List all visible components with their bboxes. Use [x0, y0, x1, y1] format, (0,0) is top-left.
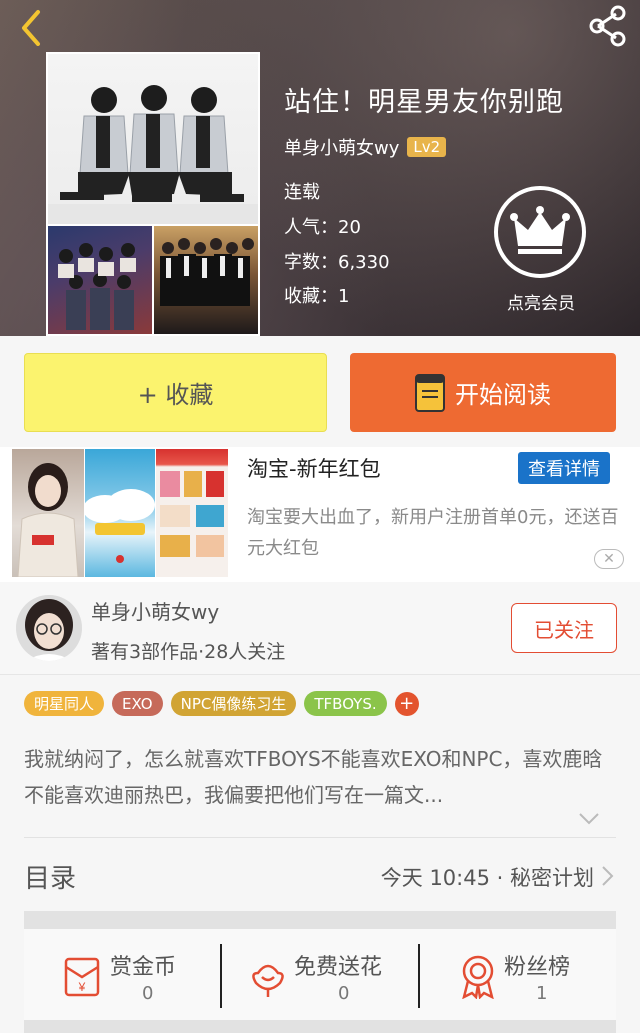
- send-flower-label: 免费送花: [294, 955, 383, 980]
- fan-ranking-label: 粉丝榜: [504, 955, 571, 980]
- vip-label[interactable]: 点亮会员: [496, 289, 586, 314]
- header-author-row[interactable]: 单身小萌女wy Lv2: [284, 134, 447, 160]
- back-button[interactable]: [14, 6, 50, 46]
- book-description[interactable]: 我就纳闷了，怎么就喜欢TFBOYS不能喜欢EXO和NPC，喜欢鹿晗不能喜欢迪丽热…: [24, 741, 616, 813]
- chevron-right-icon: [602, 866, 614, 886]
- reward-coins-button[interactable]: ¥ 赏金币 0: [24, 929, 220, 1020]
- collect-button-label: + 收藏: [137, 381, 214, 409]
- toc-title: 目录: [24, 864, 77, 894]
- author-stats: 著有3部作品·28人关注: [91, 641, 286, 663]
- share-icon: [589, 5, 626, 47]
- ad-title[interactable]: 淘宝-新年红包: [247, 453, 381, 483]
- add-tag-button[interactable]: +: [394, 691, 419, 716]
- book-favorites: 收藏：1: [284, 286, 350, 307]
- tag-item[interactable]: EXO: [112, 691, 163, 716]
- toc-latest-chapter[interactable]: 今天 10:45 · 秘密计划: [381, 862, 594, 892]
- book-header: 站住！明星男友你别跑 单身小萌女wy Lv2 连载 人气：20 字数：6,330…: [0, 0, 640, 336]
- reward-coins-count: 0: [142, 983, 154, 1004]
- collect-button[interactable]: + 收藏: [24, 353, 327, 432]
- reward-coins-label: 赏金币: [110, 955, 177, 980]
- ad-banner[interactable]: 淘宝-新年红包 查看详情 淘宝要大出血了，新用户注册首单0元，还送百元大红包 ✕: [0, 447, 640, 582]
- svg-text:¥: ¥: [78, 980, 86, 994]
- tag-item[interactable]: TFBOYS.: [304, 691, 387, 716]
- ad-detail-button[interactable]: 查看详情: [518, 452, 610, 484]
- book-title: 站住！明星男友你别跑: [284, 87, 564, 118]
- chevron-down-icon[interactable]: [578, 812, 600, 826]
- table-of-contents-row[interactable]: 目录 今天 10:45 · 秘密计划: [0, 838, 640, 911]
- author-section[interactable]: 单身小萌女wy 著有3部作品·28人关注 已关注: [0, 582, 640, 675]
- cover-main-image: [48, 54, 258, 224]
- section-separator: [24, 1020, 616, 1033]
- share-button[interactable]: [586, 4, 630, 48]
- fan-ranking-button[interactable]: 粉丝榜 1: [420, 929, 616, 1020]
- header-author-name[interactable]: 单身小萌女wy: [284, 134, 399, 160]
- book-popularity: 人气：20: [284, 217, 361, 238]
- ad-close-button[interactable]: ✕: [594, 549, 624, 569]
- send-flower-button[interactable]: 免费送花 0: [222, 929, 418, 1020]
- support-actions: ¥ 赏金币 0 免费送花 0 粉丝榜 1: [24, 929, 616, 1020]
- ad-image-girl: [12, 449, 84, 577]
- coin-envelope-icon: ¥: [64, 957, 100, 997]
- send-flower-count: 0: [338, 983, 350, 1004]
- follow-button[interactable]: 已关注: [511, 603, 617, 653]
- book-status: 连载: [284, 182, 320, 203]
- flower-icon: [252, 964, 284, 997]
- fan-ranking-count: 1: [536, 983, 548, 1004]
- vip-button[interactable]: [494, 186, 586, 278]
- crown-icon: [510, 206, 570, 254]
- medal-icon: [462, 955, 494, 999]
- avatar[interactable]: [16, 595, 82, 661]
- section-separator: [24, 911, 616, 929]
- level-badge: Lv2: [407, 137, 447, 157]
- tag-item[interactable]: NPC偶像练习生: [170, 691, 297, 716]
- tag-item[interactable]: 明星同人: [24, 691, 105, 716]
- cover-group-image-2: [154, 226, 258, 334]
- tag-list: 明星同人 EXO NPC偶像练习生 TFBOYS. +: [24, 691, 419, 716]
- close-icon: ✕: [603, 551, 615, 567]
- back-arrow-icon: [22, 10, 40, 46]
- cover-group-image-1: [48, 226, 152, 334]
- start-reading-button[interactable]: 开始阅读: [350, 353, 616, 432]
- book-icon: [415, 373, 445, 412]
- ad-description: 淘宝要大出血了，新用户注册首单0元，还送百元大红包: [247, 507, 619, 559]
- book-cover[interactable]: [46, 52, 260, 336]
- ad-image-products: [156, 449, 228, 577]
- ad-image-sky: [83, 449, 155, 577]
- book-word-count: 字数：6,330: [284, 252, 390, 273]
- start-reading-label: 开始阅读: [455, 381, 551, 409]
- author-name[interactable]: 单身小萌女wy: [91, 596, 219, 625]
